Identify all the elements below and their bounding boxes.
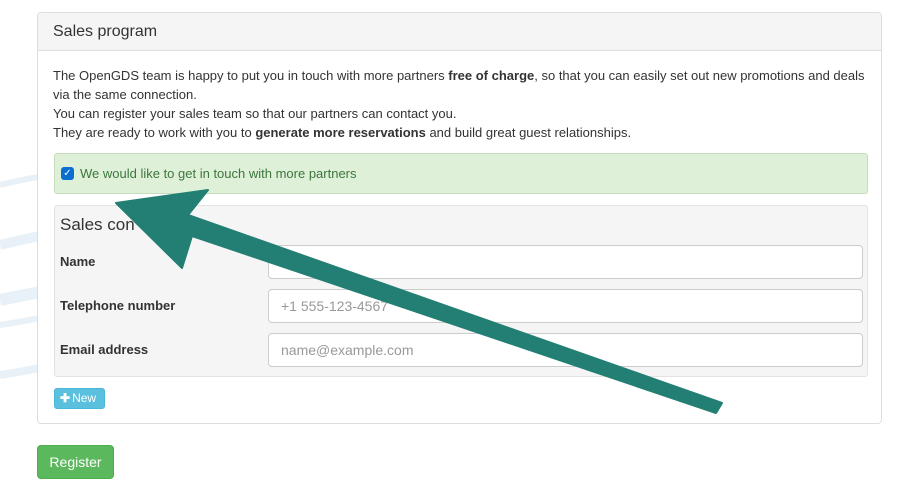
partner-opt-in-checkbox[interactable]: ✓ (61, 167, 74, 180)
telephone-label: Telephone number (60, 298, 176, 313)
name-label: Name (60, 254, 96, 269)
intro-bold-reservations: generate more reservations (255, 125, 426, 140)
intro-paragraph-2: You can register your sales team so that… (53, 106, 457, 121)
partner-opt-in-label[interactable]: We would like to get in touch with more … (80, 166, 357, 181)
partner-opt-in-row[interactable]: ✓ We would like to get in touch with mor… (54, 153, 868, 194)
add-contact-button[interactable]: ✚ New (54, 388, 105, 409)
plus-icon: ✚ (60, 391, 71, 405)
sales-program-panel: Sales program The OpenGDS team is happy … (37, 12, 882, 424)
intro-paragraph-1: The OpenGDS team is happy to put you in … (53, 68, 865, 102)
sales-contact-title: Sales con (60, 215, 135, 234)
register-button[interactable]: Register (37, 445, 114, 479)
sales-contact-section: Sales con Name Telephone number Email ad… (54, 205, 868, 377)
telephone-input[interactable] (268, 289, 863, 323)
add-contact-label: New (72, 391, 97, 405)
email-label: Email address (60, 342, 149, 357)
intro-bold-free: free of charge (448, 68, 535, 83)
email-input[interactable] (268, 333, 863, 367)
name-input[interactable] (268, 245, 863, 279)
intro-text: The OpenGDS team is happy to put you in … (53, 66, 873, 142)
panel-title: Sales program (38, 13, 881, 51)
intro-paragraph-3: They are ready to work with you to gener… (53, 125, 632, 140)
